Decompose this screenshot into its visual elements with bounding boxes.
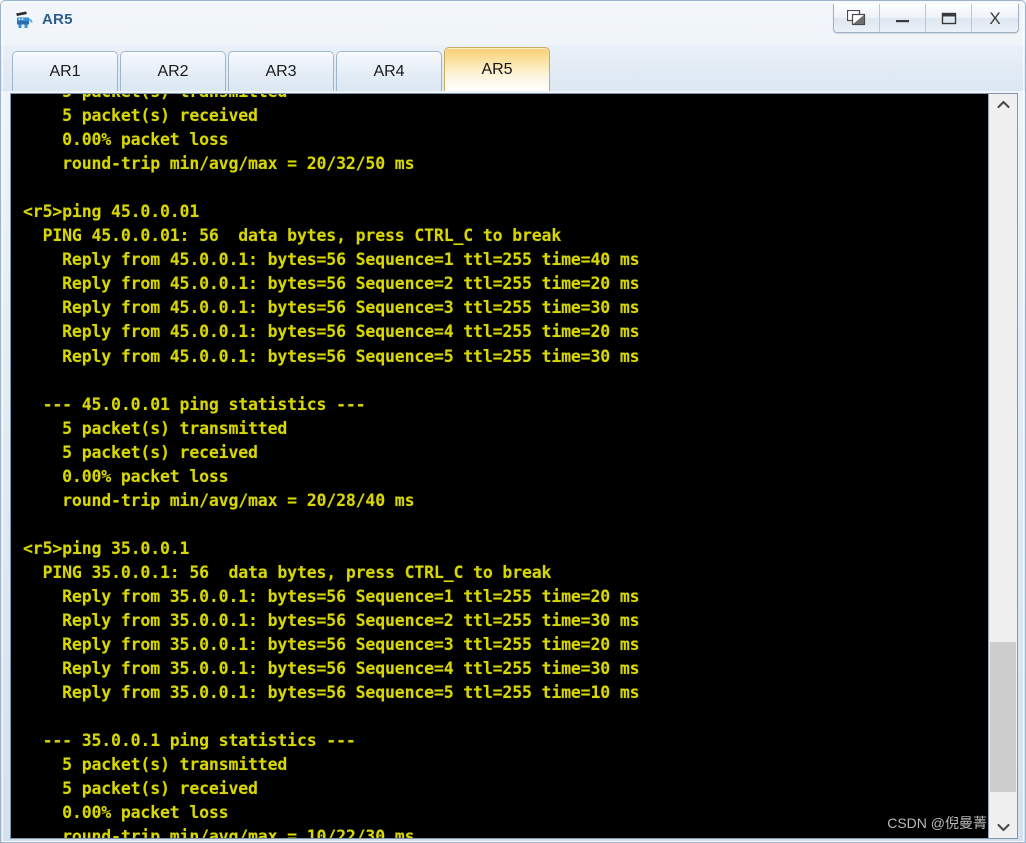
cascade-windows-button[interactable]: [834, 4, 880, 32]
scrollbar-thumb[interactable]: [990, 642, 1016, 792]
tab-ar1[interactable]: AR1: [12, 51, 118, 91]
tab-ar5[interactable]: AR5: [444, 47, 550, 91]
window-title-text: AR5: [42, 11, 73, 28]
tab-ar3-label: AR3: [265, 62, 297, 80]
scroll-up-button[interactable]: [989, 94, 1017, 115]
cascade-windows-icon: [847, 10, 866, 26]
terminal-panel: 5 packet(s) transmitted 5 packet(s) rece…: [10, 93, 1018, 839]
window-controls: X: [833, 4, 1019, 33]
maximize-icon: [940, 11, 958, 26]
chevron-down-icon: [996, 819, 1010, 837]
device-tab-strip: AR1 AR2 AR3 AR4 AR5: [1, 45, 1025, 91]
chevron-up-icon: [996, 96, 1010, 114]
console-output-text: 5 packet(s) transmitted 5 packet(s) rece…: [23, 94, 640, 838]
router-icon: [13, 9, 35, 31]
minimize-icon: [894, 11, 912, 25]
tab-ar4-label: AR4: [373, 62, 405, 80]
window-title-group: AR5: [13, 9, 73, 31]
scroll-down-button[interactable]: [989, 817, 1017, 838]
tab-ar3[interactable]: AR3: [228, 51, 334, 91]
console-output-area[interactable]: 5 packet(s) transmitted 5 packet(s) rece…: [11, 94, 988, 838]
minimize-button[interactable]: [880, 4, 926, 32]
tab-ar4[interactable]: AR4: [336, 51, 442, 91]
tab-ar5-label: AR5: [481, 60, 513, 78]
maximize-button[interactable]: [926, 4, 972, 32]
tab-ar1-label: AR1: [49, 62, 81, 80]
terminal-window: AR5 X AR1 AR2 AR3 AR4 AR5 5 packet(s) re…: [0, 0, 1026, 843]
tab-ar2[interactable]: AR2: [120, 51, 226, 91]
tab-ar2-label: AR2: [157, 62, 189, 80]
close-button[interactable]: X: [972, 4, 1018, 32]
close-icon: X: [989, 8, 1001, 28]
window-title-bar: AR5 X: [1, 1, 1025, 43]
console-scrollbar[interactable]: [988, 94, 1017, 838]
